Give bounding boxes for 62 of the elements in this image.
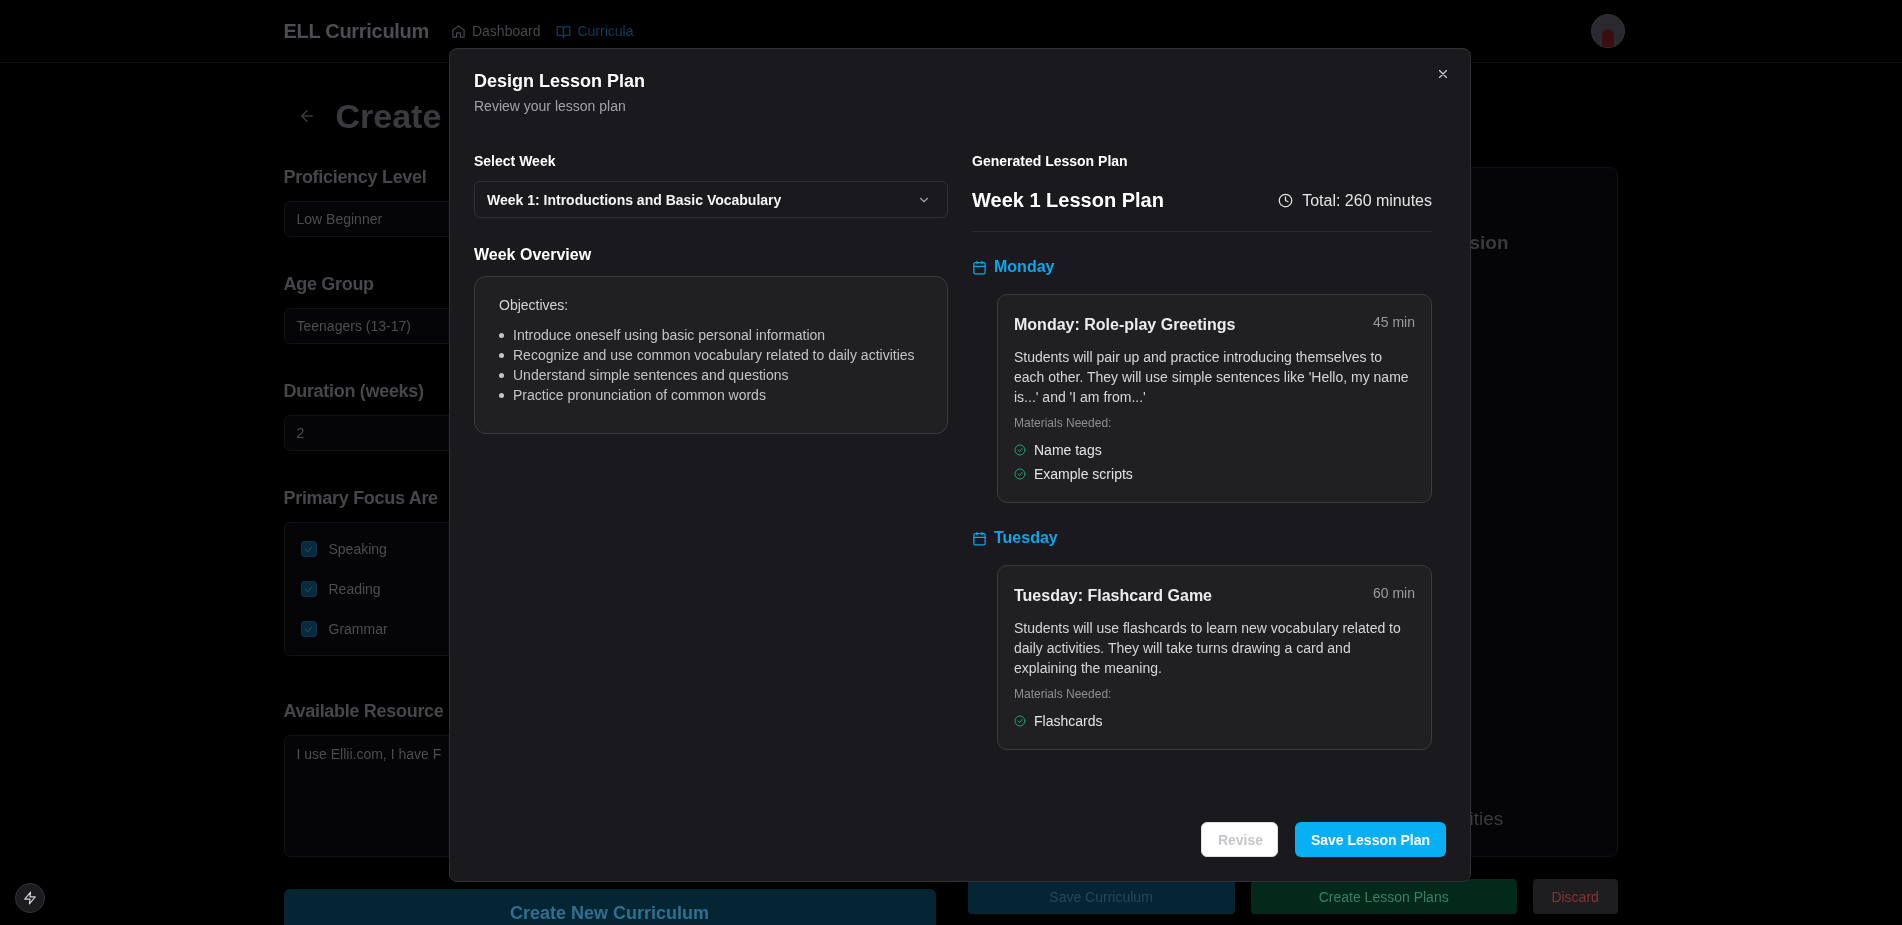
activity-description: Students will use flashcards to learn new vocabulary related to daily activities. They will take turns drawing a card and explaining the meaning. [1014,619,1402,678]
lightning-icon [23,891,37,905]
book-icon [556,23,572,39]
day-name: Monday [994,258,1055,276]
create-curriculum-button[interactable]: Create New Curriculum [283,889,936,925]
field-label: Select Week [474,153,557,169]
materials-label: Materials Needed: [1014,416,1113,430]
field-label: Duration (weeks) [283,381,424,402]
activity-duration: 45 min [1372,314,1415,330]
avatar[interactable] [1590,14,1625,48]
materials-label: Materials Needed: [1014,687,1113,701]
material-item: Flashcards [1034,713,1103,729]
create-lesson-plans-button[interactable]: Create Lesson Plans [1250,879,1517,914]
section-heading: Generated Lesson Plan [972,153,1129,169]
bullet-icon [499,353,504,358]
checkbox-label: Speaking [328,541,387,557]
week-select[interactable]: Week 1: Introductions and Basic Vocabulary [474,181,948,218]
checkbox-label: Grammar [328,621,388,637]
field-label: Proficiency Level [283,167,427,188]
activity-description: Students will pair up and practice introducing themselves to each other. They will use simple sentences like 'Hello, my name is...' and 'I am from...' [1014,348,1410,407]
nav-link[interactable]: Curricula [556,23,634,39]
objective-item: Understand simple sentences and questions [513,366,789,385]
objective-item: Practice pronunciation of common words [513,386,766,405]
objectives-label: Objectives: [499,297,570,313]
plan-title: Week 1 Lesson Plan [972,189,1164,212]
revise-button[interactable]: Revise [1200,822,1278,857]
dialog-subtitle: Review your lesson plan [474,98,626,114]
nav-link[interactable]: Dashboard [450,23,541,39]
dev-tools-button[interactable] [15,883,45,913]
field-label: Available Resource [283,701,444,722]
check-circle-icon [1014,444,1026,456]
close-icon [1436,67,1450,81]
field-label: Age Group [283,274,374,295]
section-heading: Week Overview [474,246,593,264]
calendar-icon [972,530,987,546]
app-title: ELL Curriculum [283,19,429,43]
activity-title: Monday: Role-play Greetings [1014,316,1236,334]
bullet-icon [499,393,504,398]
save-lesson-plan-button[interactable]: Save Lesson Plan [1294,822,1446,857]
objective-item: Introduce oneself using basic personal information [513,326,826,345]
bullet-icon [499,373,504,378]
check-circle-icon [1014,715,1026,727]
bullet-icon [499,333,504,338]
home-icon [450,23,466,39]
activity-duration: 60 min [1372,585,1415,601]
page-title: Create [335,96,442,136]
checkbox[interactable] [300,621,317,637]
material-item: Example scripts [1034,466,1133,482]
material-item: Name tags [1034,442,1102,458]
day-name: Tuesday [994,529,1058,547]
calendar-icon [972,259,987,275]
dialog-title: Design Lesson Plan [474,71,646,92]
discard-button[interactable]: Discard [1532,879,1618,914]
checkbox-label: Reading [328,581,381,597]
clock-icon [1278,193,1294,208]
checkbox[interactable] [300,541,317,557]
field-label: Primary Focus Are [283,488,438,509]
check-circle-icon [1014,468,1026,480]
total-time: Total: 260 minutes [1302,191,1432,210]
activity-title: Tuesday: Flashcard Game [1014,587,1212,605]
objective-item: Recognize and use common vocabulary related to daily activities [513,346,915,365]
checkbox[interactable] [300,581,317,597]
